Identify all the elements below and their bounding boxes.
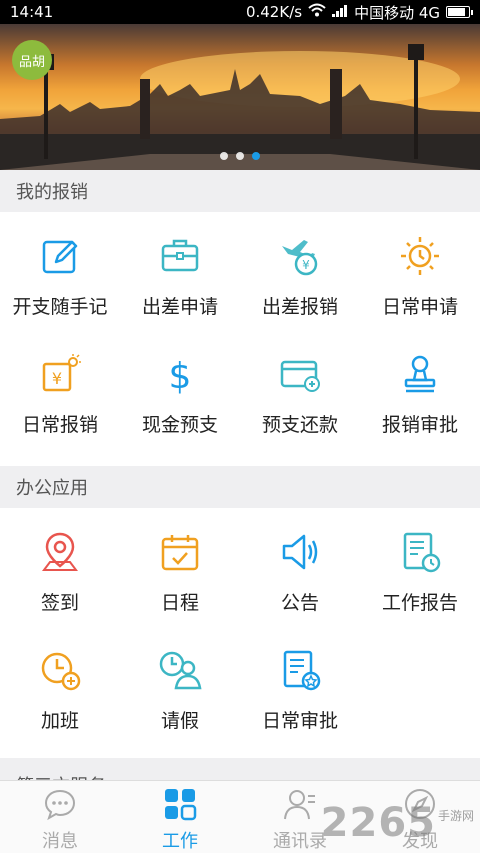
tab-work[interactable]: 工作 — [120, 781, 240, 853]
leave-person-icon — [159, 651, 202, 690]
tile-label: 日常申请 — [381, 296, 458, 318]
expense-row-2: ¥ 日常报销 $ 现金预支 预支还款 报销审批 — [0, 330, 480, 448]
tile-expense-note[interactable]: 开支随手记 — [0, 212, 120, 330]
flight-money-icon: ¥ — [282, 240, 318, 276]
carousel-dots — [0, 152, 480, 160]
tile-schedule[interactable]: 日程 — [120, 508, 240, 626]
carousel-dot[interactable] — [220, 152, 228, 160]
status-time: 14:41 — [10, 3, 54, 21]
tile-label: 签到 — [40, 592, 79, 614]
banner-carousel[interactable]: 品胡 — [0, 24, 480, 170]
watermark-text: 手游网 — [437, 809, 474, 823]
tab-label: 工作 — [162, 831, 198, 852]
tile-label: 日常报销 — [21, 414, 98, 436]
section-header-expense: 我的报销 — [0, 170, 480, 212]
tile-daily-apply[interactable]: 日常申请 — [360, 212, 480, 330]
tile-label: 现金预支 — [141, 414, 218, 436]
speaker-icon — [282, 534, 318, 570]
card-icon — [280, 360, 320, 392]
carrier-label: 中国移动 4G — [354, 3, 440, 22]
tile-label: 日程 — [160, 592, 199, 614]
tile-advance-repay[interactable]: 预支还款 — [240, 330, 360, 448]
tile-overtime[interactable]: 加班 — [0, 626, 120, 744]
briefcase-icon — [161, 239, 199, 272]
svg-text:¥: ¥ — [302, 258, 310, 272]
sun-clock-icon — [401, 237, 439, 275]
yuan-receipt-icon: ¥ — [42, 354, 81, 392]
dollar-icon: $ — [169, 356, 192, 396]
office-row-1: 签到 日程 公告 工作报告 — [0, 508, 480, 626]
section-header-office: 办公应用 — [0, 466, 480, 508]
grid-apps-icon — [165, 789, 197, 821]
tile-label: 开支随手记 — [12, 296, 108, 318]
tile-label: 出差报销 — [261, 296, 338, 318]
tile-label: 公告 — [280, 592, 319, 614]
overtime-clock-icon — [41, 652, 81, 691]
tile-label: 请假 — [160, 710, 199, 732]
tile-label: 出差申请 — [141, 296, 218, 318]
tile-label: 加班 — [40, 710, 79, 732]
site-watermark: 2265 手游网 — [321, 800, 474, 846]
tile-daily-approval[interactable]: 日常审批 — [240, 626, 360, 744]
location-pin-icon — [42, 532, 78, 571]
svg-text:¥: ¥ — [52, 369, 62, 388]
tab-label: 通讯录 — [273, 831, 327, 852]
tab-label: 消息 — [42, 831, 78, 852]
tile-leave[interactable]: 请假 — [120, 626, 240, 744]
office-row-2: 加班 请假 日常审批 — [0, 626, 480, 744]
contacts-icon — [284, 790, 315, 820]
watermark-number: 2265 — [320, 800, 436, 846]
battery-icon — [446, 6, 473, 18]
status-bar: 14:41 0.42K/s 中国移动 4G — [0, 0, 480, 24]
tile-check-in[interactable]: 签到 — [0, 508, 120, 626]
signal-icon — [332, 3, 348, 21]
stamp-icon — [404, 355, 436, 393]
calendar-icon — [161, 535, 199, 571]
tile-daily-reimburse[interactable]: ¥ 日常报销 — [0, 330, 120, 448]
tile-label: 日常审批 — [261, 710, 338, 732]
tile-trip-reimburse[interactable]: ¥ 出差报销 — [240, 212, 360, 330]
svg-text:$: $ — [169, 356, 192, 396]
brand-badge: 品胡 — [12, 40, 52, 80]
carousel-dot[interactable] — [236, 152, 244, 160]
wifi-icon — [308, 3, 326, 21]
tile-work-report[interactable]: 工作报告 — [360, 508, 480, 626]
approval-doc-icon — [283, 650, 321, 691]
tile-expense-approval[interactable]: 报销审批 — [360, 330, 480, 448]
tile-label: 报销审批 — [381, 414, 458, 436]
tile-cash-advance[interactable]: $ 现金预支 — [120, 330, 240, 448]
edit-icon — [42, 240, 78, 274]
tab-messages[interactable]: 消息 — [0, 781, 120, 853]
report-icon — [403, 532, 441, 573]
tile-trip-apply[interactable]: 出差申请 — [120, 212, 240, 330]
tile-label: 工作报告 — [381, 592, 458, 614]
banner-image — [0, 44, 480, 170]
tile-label: 预支还款 — [261, 414, 338, 436]
expense-row-1: 开支随手记 出差申请 ¥ 出差报销 日常申请 — [0, 212, 480, 330]
network-speed: 0.42K/s — [245, 3, 303, 21]
chat-bubble-icon — [44, 789, 76, 821]
tile-announcement[interactable]: 公告 — [240, 508, 360, 626]
status-right: 0.42K/s 中国移动 4G — [245, 2, 473, 23]
carousel-dot-active[interactable] — [252, 152, 260, 160]
